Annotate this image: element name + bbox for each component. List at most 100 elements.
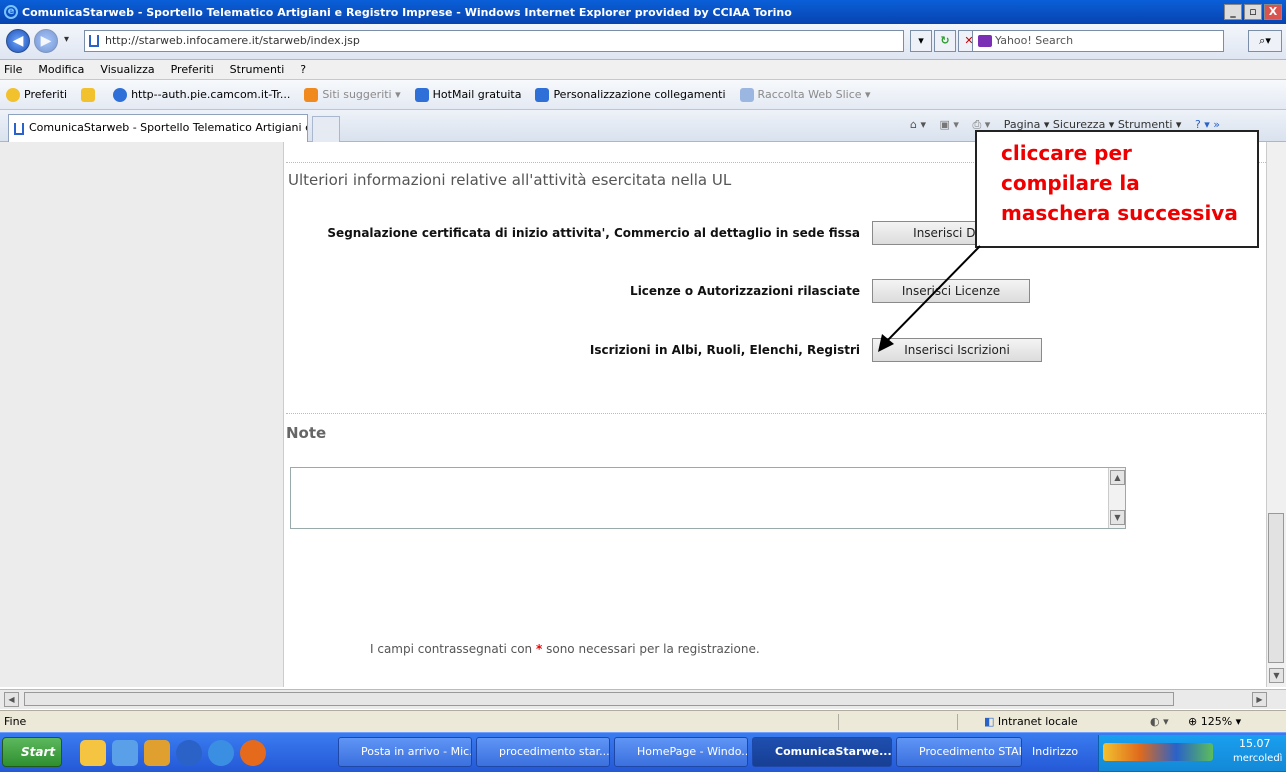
vertical-scroll-thumb[interactable] bbox=[1268, 513, 1284, 663]
maximize-button[interactable]: ▫ bbox=[1244, 4, 1262, 20]
clock-day: mercoledì bbox=[1233, 753, 1283, 764]
scroll-left-icon[interactable]: ◀ bbox=[4, 692, 19, 707]
favorites-button[interactable]: Preferiti bbox=[6, 87, 68, 102]
fav-item-label: Raccolta Web Slice ▾ bbox=[757, 87, 871, 101]
fav-item-web-slice[interactable]: Raccolta Web Slice ▾ bbox=[739, 87, 871, 102]
scroll-right-icon[interactable]: ▶ bbox=[1252, 692, 1267, 707]
close-button[interactable]: X bbox=[1264, 4, 1282, 20]
task-homepage[interactable]: HomePage - Windo... bbox=[614, 737, 748, 767]
url-input[interactable]: http://starweb.infocamere.it/starweb/ind… bbox=[84, 30, 904, 52]
protected-mode-icon[interactable]: ◐ ▾ bbox=[1150, 715, 1169, 728]
footer-text: sono necessari per la registrazione. bbox=[546, 642, 760, 656]
suggested-sites-icon bbox=[304, 87, 319, 102]
section-title: Ulteriori informazioni relative all'atti… bbox=[288, 171, 732, 189]
horizontal-scroll-thumb[interactable] bbox=[24, 692, 1174, 706]
scroll-up-icon[interactable]: ▲ bbox=[1110, 470, 1125, 485]
annotation-line: maschera successiva bbox=[1001, 201, 1238, 225]
annotation-arrow bbox=[878, 245, 981, 352]
fav-item-label: HotMail gratuita bbox=[432, 87, 522, 101]
note-scrollbar[interactable]: ▲ ▼ bbox=[1108, 468, 1125, 528]
annotation-line: compilare la bbox=[1001, 171, 1140, 195]
fav-item-siti-suggeriti[interactable]: Siti suggeriti ▾ bbox=[304, 87, 401, 102]
clock-time: 15.07 bbox=[1239, 737, 1271, 750]
history-dropdown-icon[interactable]: ▾ bbox=[64, 34, 69, 45]
back-button[interactable]: ◀ bbox=[6, 29, 30, 53]
fav-item-label: Personalizzazione collegamenti bbox=[553, 87, 726, 101]
zoom-level: 125% bbox=[1200, 715, 1233, 728]
address-toolbar-label: Indirizzo bbox=[1032, 745, 1079, 758]
menu-strumenti[interactable]: Strumenti bbox=[230, 63, 285, 76]
fav-item-label: Siti suggeriti ▾ bbox=[322, 87, 401, 101]
home-icon[interactable]: ⌂ ▾ bbox=[910, 118, 926, 131]
status-panels bbox=[838, 714, 958, 730]
window-title: ComunicaStarweb - Sportello Telematico A… bbox=[22, 5, 792, 19]
media-player-icon[interactable] bbox=[176, 740, 202, 766]
zone-indicator: ◧ Intranet locale bbox=[984, 715, 1078, 728]
note-textarea[interactable] bbox=[290, 467, 1126, 529]
ie-page-icon bbox=[535, 87, 550, 102]
minimize-button[interactable]: _ bbox=[1224, 4, 1242, 20]
menu-help[interactable]: ? bbox=[300, 63, 306, 76]
address-bar-area: ◀ ▶ ▾ http://starweb.infocamere.it/starw… bbox=[0, 24, 1286, 60]
fav-item-personalizzazione[interactable]: Personalizzazione collegamenti bbox=[535, 87, 726, 102]
search-input[interactable]: Yahoo! Search bbox=[972, 30, 1224, 52]
task-comunicastarweb[interactable]: ComunicaStarwe... bbox=[752, 737, 892, 767]
favorites-bar: Preferiti http--auth.pie.camcom.it-Tr...… bbox=[0, 80, 1286, 110]
fav-item-auth[interactable]: http--auth.pie.camcom.it-Tr... bbox=[113, 87, 291, 102]
fav-item-label: http--auth.pie.camcom.it-Tr... bbox=[131, 87, 291, 101]
url-dropdown-icon[interactable]: ▾ bbox=[910, 30, 932, 52]
site-favicon-icon bbox=[14, 123, 24, 135]
ie-page-icon bbox=[739, 87, 754, 102]
divider bbox=[286, 413, 1266, 414]
system-tray: 15.07 mercoledì bbox=[1098, 735, 1286, 771]
add-favorite-icon[interactable] bbox=[81, 87, 96, 102]
internet-explorer-icon[interactable] bbox=[208, 740, 234, 766]
fav-item-hotmail[interactable]: HotMail gratuita bbox=[414, 87, 522, 102]
tab-comunicastarweb[interactable]: ComunicaStarweb - Sportello Telematico A… bbox=[8, 114, 308, 142]
scroll-down-icon[interactable]: ▼ bbox=[1110, 510, 1125, 525]
zoom-control[interactable]: ⊕ 125% ▾ bbox=[1188, 715, 1241, 728]
row-label-licenze: Licenze o Autorizzazioni rilasciate bbox=[630, 284, 860, 298]
window-title-bar: e ComunicaStarweb - Sportello Telematico… bbox=[0, 0, 1286, 24]
forward-button[interactable]: ▶ bbox=[34, 29, 58, 53]
menu-visualizza[interactable]: Visualizza bbox=[100, 63, 154, 76]
required-asterisk: * bbox=[536, 642, 543, 656]
star-icon bbox=[6, 87, 20, 102]
menu-modifica[interactable]: Modifica bbox=[38, 63, 84, 76]
task-posta[interactable]: Posta in arrivo - Mic... bbox=[338, 737, 472, 767]
site-favicon-icon bbox=[89, 35, 99, 47]
quick-launch-icon[interactable] bbox=[112, 740, 138, 766]
ie-page-icon bbox=[113, 87, 128, 102]
feeds-icon[interactable]: ▣ ▾ bbox=[940, 118, 959, 131]
menu-preferiti[interactable]: Preferiti bbox=[171, 63, 214, 76]
refresh-icon[interactable]: ↻ bbox=[934, 30, 956, 52]
start-button[interactable]: Start bbox=[2, 737, 62, 767]
new-tab-button[interactable] bbox=[312, 116, 340, 142]
footer-text: I campi contrassegnati con bbox=[370, 642, 533, 656]
taskbar: Start Posta in arrivo - Mic... procedime… bbox=[0, 732, 1286, 772]
search-go-icon[interactable]: ⌕▾ bbox=[1248, 30, 1282, 52]
ie-logo-icon: e bbox=[4, 5, 18, 19]
annotation-line: cliccare per bbox=[1001, 141, 1132, 165]
status-text: Fine bbox=[4, 715, 27, 728]
tray-icons[interactable] bbox=[1103, 743, 1213, 761]
yahoo-logo-icon bbox=[978, 35, 992, 47]
task-procedimento-star-doc[interactable]: Procedimento STAR... bbox=[896, 737, 1022, 767]
menu-file[interactable]: File bbox=[4, 63, 22, 76]
zone-label: Intranet locale bbox=[997, 715, 1078, 728]
tab-label: ComunicaStarweb - Sportello Telematico A… bbox=[29, 121, 307, 134]
required-fields-note: I campi contrassegnati con * sono necess… bbox=[370, 642, 760, 656]
row-label-scia: Segnalazione certificata di inizio attiv… bbox=[327, 226, 860, 240]
left-sidebar bbox=[0, 142, 284, 687]
task-procedimento-star[interactable]: procedimento star... bbox=[476, 737, 610, 767]
firefox-icon[interactable] bbox=[240, 740, 266, 766]
intranet-icon: ◧ bbox=[984, 715, 998, 728]
ie-page-icon bbox=[414, 87, 429, 102]
scroll-down-icon[interactable]: ▼ bbox=[1269, 668, 1284, 683]
status-bar: Fine ◧ Intranet locale ◐ ▾ ⊕ 125% ▾ bbox=[0, 710, 1286, 732]
quick-launch-icon[interactable] bbox=[144, 740, 170, 766]
note-title: Note bbox=[286, 424, 327, 442]
quick-launch-icon[interactable] bbox=[80, 740, 106, 766]
menu-bar: File Modifica Visualizza Preferiti Strum… bbox=[0, 60, 1286, 80]
favorites-label: Preferiti bbox=[24, 87, 68, 101]
